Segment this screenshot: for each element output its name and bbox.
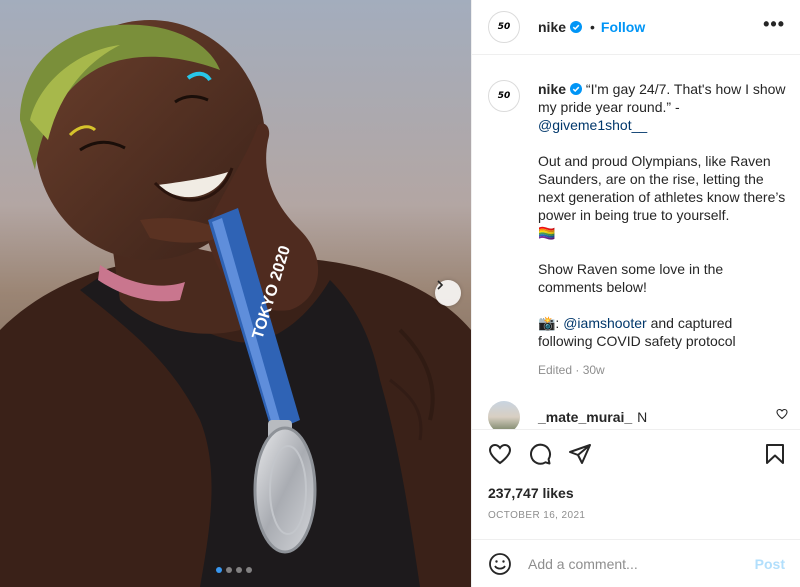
verified-badge-icon <box>570 21 583 33</box>
carousel-dot <box>216 567 222 573</box>
share-icon[interactable] <box>568 442 592 466</box>
post-side-panel: 50 nike • Follow ••• 50 nike “I'm gay 24… <box>471 0 800 587</box>
avatar-logo-text: 50 <box>497 91 511 101</box>
carousel-dot <box>236 567 242 573</box>
like-count[interactable]: 237,747 likes <box>488 485 574 501</box>
comment-text: N <box>637 409 648 425</box>
commenter-username[interactable]: _mate_murai_ <box>538 409 632 425</box>
caption-body: Out and proud Olympians, like Raven Saun… <box>538 153 786 331</box>
header-separator: • <box>590 19 595 35</box>
add-comment-bar: Post <box>472 539 800 587</box>
comment-item: _mate_murai_ N <box>488 401 647 429</box>
photo-illustration: TOKYO 2020 <box>0 0 471 587</box>
carousel-next-button[interactable] <box>435 280 461 306</box>
verified-badge-icon <box>570 83 583 95</box>
carousel-dot <box>246 567 252 573</box>
author-username[interactable]: nike <box>538 19 566 35</box>
comments-section[interactable]: 50 nike “I'm gay 24/7. That's how I show… <box>472 56 800 429</box>
caption-edited-time: Edited · 30w <box>538 363 605 377</box>
more-options-icon[interactable]: ••• <box>763 14 785 35</box>
mention-link[interactable]: @giveme1shot__ <box>538 117 647 133</box>
post-header: 50 nike • Follow ••• <box>472 0 800 55</box>
commenter-avatar[interactable] <box>488 401 520 429</box>
avatar-logo-text: 50 <box>497 22 511 32</box>
carousel-indicator <box>216 567 252 573</box>
post-comment-button[interactable]: Post <box>755 556 785 572</box>
caption-username[interactable]: nike <box>538 81 566 97</box>
action-icons <box>488 442 592 466</box>
caption-avatar[interactable]: 50 <box>488 80 520 112</box>
caption: 50 nike “I'm gay 24/7. That's how I show… <box>488 80 790 350</box>
chevron-right-icon <box>437 280 444 290</box>
bookmark-icon[interactable] <box>763 442 787 466</box>
author-avatar[interactable]: 50 <box>488 11 520 43</box>
mention-link[interactable]: @iamshooter <box>563 315 646 331</box>
follow-button[interactable]: Follow <box>601 19 645 35</box>
post-actions: 237,747 likes OCTOBER 16, 2021 <box>472 429 800 539</box>
post-date[interactable]: OCTOBER 16, 2021 <box>488 510 585 521</box>
heart-icon[interactable] <box>488 442 512 466</box>
post-photo[interactable]: TOKYO 2020 <box>0 0 471 587</box>
comment-like-icon[interactable] <box>776 408 788 420</box>
caption-text: nike “I'm gay 24/7. That's how I show my… <box>538 80 790 350</box>
comment-input[interactable] <box>528 555 738 572</box>
carousel-dot <box>226 567 232 573</box>
emoji-icon[interactable] <box>488 552 512 576</box>
comment-icon[interactable] <box>528 442 552 466</box>
